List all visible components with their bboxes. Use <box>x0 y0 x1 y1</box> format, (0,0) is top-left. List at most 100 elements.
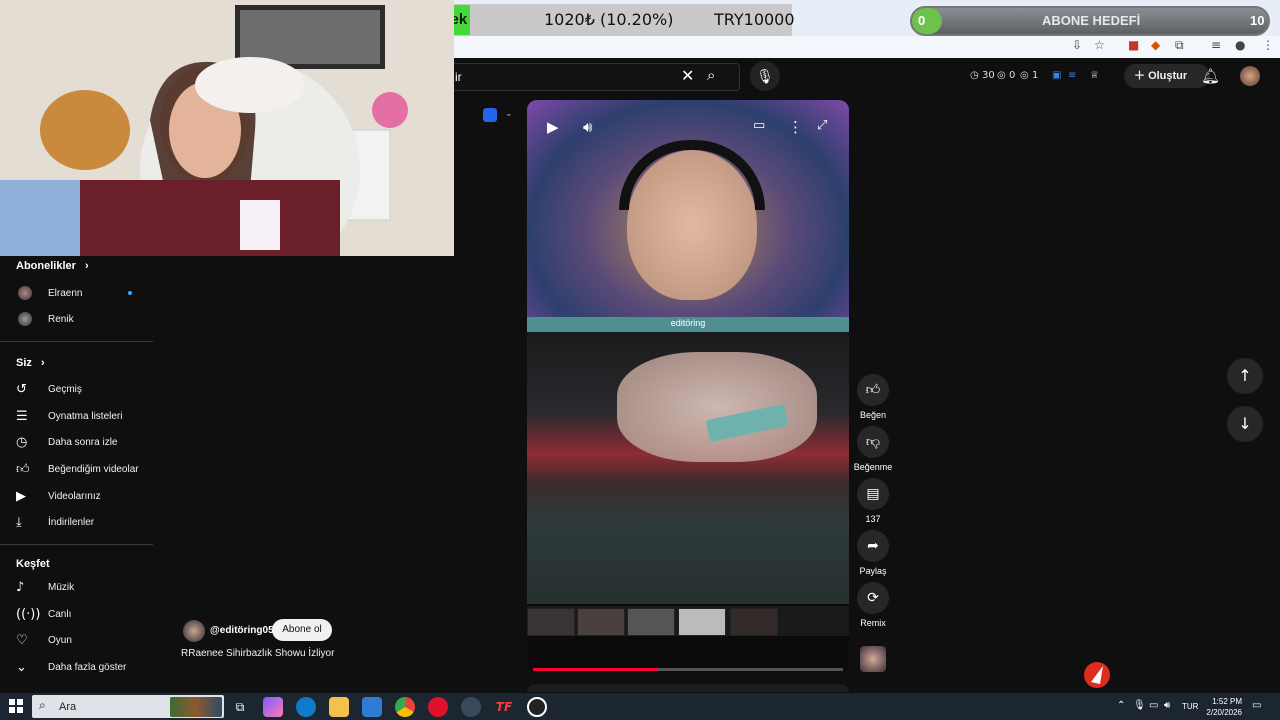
windows-start-icon[interactable] <box>9 699 23 713</box>
you-heading[interactable]: Siz › <box>16 357 45 369</box>
captions-icon[interactable]: ▭ <box>753 118 765 133</box>
channel-avatar[interactable] <box>183 620 205 642</box>
install-icon[interactable]: ⇩ <box>1072 38 1082 52</box>
download-icon: ⤓ <box>16 515 22 530</box>
task-view-icon[interactable]: ⧉ <box>230 697 250 717</box>
comments-button[interactable]: ▤ 137 <box>856 478 890 524</box>
create-button[interactable]: ＋ Oluştur <box>1124 64 1210 88</box>
extension-iq-icon[interactable]: ▣ <box>1052 70 1061 81</box>
extension-icon[interactable]: ■ <box>1128 38 1139 52</box>
filter-icon[interactable]: ≡ <box>1068 70 1076 81</box>
store-icon[interactable] <box>362 697 382 717</box>
play-icon[interactable]: ▶ <box>547 118 559 136</box>
network-icon[interactable]: ▭ <box>1149 700 1158 711</box>
bookmark-star-icon[interactable]: ☆ <box>1094 38 1105 52</box>
opera-icon[interactable] <box>428 697 448 717</box>
views-icon: ◎ <box>997 70 1006 81</box>
thumbnail[interactable] <box>527 608 575 636</box>
subscribe-button[interactable]: Abone ol <box>272 619 332 641</box>
microphone-icon[interactable]: 🎙 <box>750 61 780 91</box>
account-avatar[interactable] <box>1240 66 1260 86</box>
thumbnail-strip <box>527 606 849 636</box>
previous-short-button[interactable]: ↑ <box>1227 358 1263 394</box>
channel-avatar[interactable] <box>860 646 886 672</box>
fullscreen-icon[interactable]: ⤢ <box>817 118 827 133</box>
subscriptions-heading[interactable]: Abonelikler › <box>16 260 89 272</box>
trophy-icon[interactable]: ♕ <box>1090 70 1099 81</box>
sidebar-channel-elraenn[interactable]: Elraenn <box>16 286 156 304</box>
share-button[interactable]: ➦ Paylaş <box>856 530 890 576</box>
clock-icon: ◷ <box>16 435 28 450</box>
sidebar-item-your-videos[interactable]: ▶ Videolarınız <box>16 489 156 507</box>
sidebar-item-playlists[interactable]: ☰ Oynatma listeleri <box>16 409 156 427</box>
sidebar-item-gaming[interactable]: ♡ Oyun <box>16 633 156 651</box>
media-controls-icon[interactable]: ≡ <box>1211 38 1221 52</box>
search-input-value[interactable]: ir <box>455 70 462 84</box>
chevron-right-icon: › <box>84 260 89 272</box>
chevron-down-icon[interactable]: ⌄ <box>505 108 513 119</box>
next-short-button[interactable]: ↓ <box>1227 406 1263 442</box>
sidebar-item-label: Beğendiğim videolar <box>48 464 139 475</box>
tray-chevron-up-icon[interactable]: ⌃ <box>1117 700 1125 711</box>
video-hands <box>617 352 817 462</box>
file-explorer-icon[interactable] <box>329 697 349 717</box>
chevron-right-icon: › <box>40 357 45 369</box>
search-icon[interactable]: ⌕ <box>707 66 715 84</box>
next-short-preview <box>527 684 849 692</box>
clear-search-icon[interactable]: ✕ <box>681 66 694 86</box>
stat-likes: 1 <box>1032 70 1039 81</box>
profile-icon[interactable]: ● <box>1235 38 1245 52</box>
sidebar-item-liked-videos[interactable]: 👍︎ Beğendiğim videolar <box>16 462 156 480</box>
notifications-icon[interactable]: ▭ <box>1252 700 1261 711</box>
taskbar-search-placeholder: Ara <box>59 701 77 713</box>
sidebar-item-live[interactable]: ((·)) Canlı <box>16 607 156 625</box>
sidebar-divider <box>0 341 153 342</box>
chrome-icon[interactable] <box>395 697 415 717</box>
more-options-icon[interactable]: ⋮ <box>788 118 803 136</box>
thumbnail[interactable] <box>577 608 625 636</box>
microphone-icon[interactable]: 🎙︎ <box>1133 700 1146 711</box>
sidebar-item-label: Daha sonra izle <box>48 437 118 448</box>
tiktok-live-studio-icon[interactable]: TF <box>494 697 514 717</box>
chrome-active-icon[interactable] <box>461 697 481 717</box>
music-icon: ♪ <box>16 580 25 595</box>
video-caption: editöring <box>670 318 706 328</box>
channel-handle[interactable]: @editöring05 <box>210 625 274 636</box>
volume-icon[interactable]: 🔊︎ <box>583 118 592 136</box>
like-button[interactable]: 👍︎ Beğen <box>856 374 890 420</box>
shorts-player[interactable]: editöring ▶ 🔊︎ ▭ ⋮ ⤢ <box>527 100 849 672</box>
edge-icon[interactable] <box>296 697 316 717</box>
thumbs-up-icon: 👍︎ <box>857 374 889 406</box>
thumbs-up-icon: 👍︎ <box>16 462 30 477</box>
notifications-bell-icon[interactable]: 🔔︎ <box>1201 67 1220 85</box>
clock[interactable]: 1:52 PM 2/20/2026 <box>1206 696 1242 718</box>
sidebar-item-downloads[interactable]: ⤓ İndirilenler <box>16 515 156 533</box>
donation-amount: 1020₺ (10.20%) <box>544 10 674 29</box>
volume-icon[interactable]: 🔊︎ <box>1164 700 1170 711</box>
sidebar-item-label: Daha fazla göster <box>48 662 127 673</box>
playlist-icon: ☰ <box>16 409 28 424</box>
copilot-icon[interactable] <box>263 697 283 717</box>
browser-menu-icon[interactable]: ⋮ <box>1262 38 1274 52</box>
watching-status: RRaenee Sihirbazlık Showu İzliyor <box>181 648 335 659</box>
sidebar-item-label: Müzik <box>48 582 75 593</box>
thumbnail[interactable] <box>730 608 778 636</box>
dislike-button[interactable]: 👎︎ Beğenme <box>854 426 892 472</box>
remix-button[interactable]: ⟳ Remix <box>856 582 890 628</box>
sidebar-item-show-more[interactable]: ⌄ Daha fazla göster <box>16 660 156 678</box>
you-heading-label: Siz <box>16 357 32 369</box>
clock-date: 2/20/2026 <box>1206 708 1242 717</box>
sidebar-channel-renik[interactable]: Renik <box>16 312 156 330</box>
sidebar-item-watch-later[interactable]: ◷ Daha sonra izle <box>16 435 156 453</box>
obs-icon[interactable] <box>527 697 547 717</box>
language-indicator[interactable]: TUR <box>1182 702 1198 711</box>
extensions-puzzle-icon[interactable]: ⧉ <box>1175 38 1184 53</box>
extension-icon[interactable]: ◆ <box>1151 38 1160 52</box>
thumbnail[interactable] <box>627 608 675 636</box>
sidebar-item-music[interactable]: ♪ Müzik <box>16 580 156 598</box>
iq-extension-icon[interactable] <box>483 108 497 122</box>
sidebar-item-history[interactable]: ↺ Geçmiş <box>16 382 156 400</box>
video-icon: ▶ <box>16 489 26 504</box>
search-input[interactable] <box>454 63 740 91</box>
thumbnail[interactable] <box>678 608 726 636</box>
